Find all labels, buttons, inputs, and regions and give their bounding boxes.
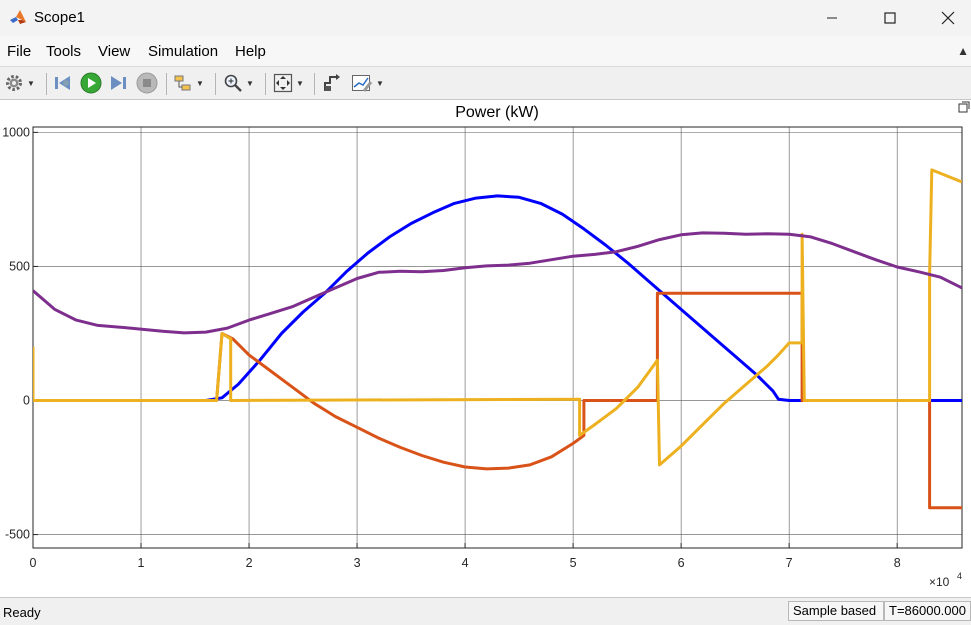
fit-dropdown-icon[interactable]: ▼ xyxy=(296,79,304,88)
run-button[interactable] xyxy=(80,72,102,94)
step-back-button[interactable] xyxy=(53,72,73,94)
window-titlebar: Scope1 xyxy=(0,0,971,36)
x-tick-label: 7 xyxy=(786,556,793,570)
zoom-button[interactable]: ▼ xyxy=(223,72,254,94)
measurements-button[interactable]: ▼ xyxy=(351,72,384,94)
step-back-icon xyxy=(55,76,70,90)
settings-icon xyxy=(6,75,22,91)
fit-to-view-button[interactable]: ▼ xyxy=(273,72,304,94)
y-tick-label: 500 xyxy=(9,259,30,273)
status-text: Ready xyxy=(3,605,41,620)
pin-icon[interactable]: ▲ xyxy=(957,44,969,58)
x-tick-label: 5 xyxy=(570,556,577,570)
menu-help[interactable]: Help xyxy=(235,43,266,60)
minimize-button[interactable] xyxy=(809,0,855,36)
menu-tools[interactable]: Tools xyxy=(46,43,81,60)
close-button[interactable] xyxy=(925,0,971,36)
toolbar-separator xyxy=(314,73,315,95)
x-tick-label: 6 xyxy=(678,556,685,570)
menu-view[interactable]: View xyxy=(98,43,130,60)
menu-bar: File Tools View Simulation Help ▲ xyxy=(0,36,971,66)
zoom-dropdown-icon[interactable]: ▼ xyxy=(246,79,254,88)
settings-button[interactable]: ▼ xyxy=(4,72,35,94)
toolbar-separator xyxy=(166,73,167,95)
toolbar-separator xyxy=(215,73,216,95)
window-title: Scope1 xyxy=(34,9,85,26)
stop-button[interactable] xyxy=(136,72,158,94)
stop-icon xyxy=(136,72,158,94)
x-tick-label: 2 xyxy=(246,556,253,570)
highlight-dropdown-icon[interactable]: ▼ xyxy=(196,79,204,88)
close-icon xyxy=(941,11,955,25)
sample-mode-indicator: Sample based xyxy=(788,601,884,621)
measurements-dropdown-icon[interactable]: ▼ xyxy=(376,79,384,88)
x-axis-multiplier: ×10 xyxy=(929,575,950,589)
highlight-block-button[interactable]: ▼ xyxy=(173,72,204,94)
zoom-icon xyxy=(224,74,242,92)
x-tick-label: 4 xyxy=(462,556,469,570)
y-tick-label: 0 xyxy=(23,394,30,408)
fit-to-view-icon xyxy=(273,73,293,93)
y-tick-label: 1000 xyxy=(2,125,30,139)
step-forward-icon xyxy=(111,76,126,90)
simulation-time: T=86000.000 xyxy=(884,601,971,621)
y-tick-label: -500 xyxy=(5,528,30,542)
x-axis-multiplier-exponent: 4 xyxy=(957,571,962,581)
settings-dropdown-icon[interactable]: ▼ xyxy=(27,79,35,88)
step-forward-button[interactable] xyxy=(108,72,128,94)
measurements-icon xyxy=(352,75,373,92)
plot-background xyxy=(33,127,962,548)
toolbar: ▼ ▼ ▼ ▼ ▼ xyxy=(0,66,971,100)
status-bar: Ready Sample based T=86000.000 xyxy=(0,597,971,625)
x-tick-label: 3 xyxy=(354,556,361,570)
x-tick-label: 0 xyxy=(30,556,37,570)
x-tick-label: 1 xyxy=(138,556,145,570)
toolbar-separator xyxy=(46,73,47,95)
style-icon xyxy=(324,74,340,91)
matlab-logo-icon xyxy=(10,10,26,24)
menu-simulation[interactable]: Simulation xyxy=(148,43,218,60)
x-tick-label: 8 xyxy=(894,556,901,570)
menu-file[interactable]: File xyxy=(7,43,31,60)
style-button[interactable] xyxy=(322,72,342,94)
run-icon xyxy=(80,72,102,94)
minimize-icon xyxy=(827,17,837,19)
scope-chart[interactable]: 0 1 2 3 4 5 6 7 8-50005001000×10 4 xyxy=(0,100,971,597)
highlight-block-icon xyxy=(174,75,191,91)
maximize-button[interactable] xyxy=(867,0,913,36)
toolbar-separator xyxy=(265,73,266,95)
maximize-icon xyxy=(884,12,896,24)
